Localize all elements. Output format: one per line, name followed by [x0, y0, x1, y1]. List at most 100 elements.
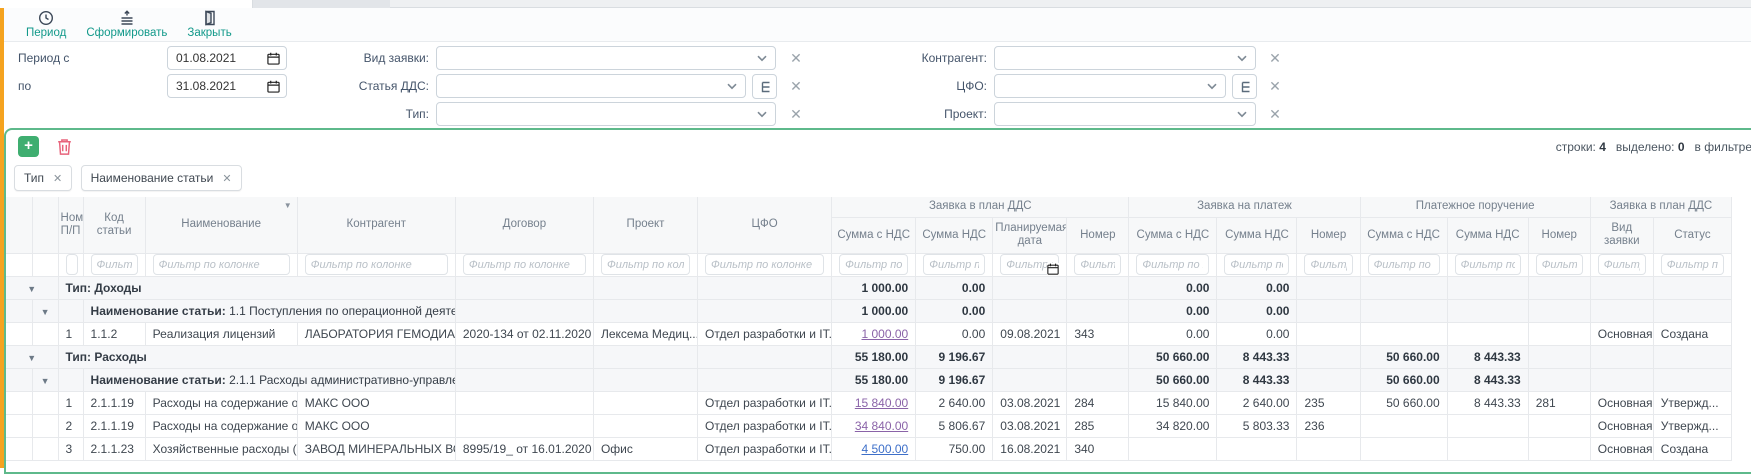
cell-pay-nds[interactable]: 5 803.33: [1217, 414, 1297, 437]
column-header[interactable]: Номер: [1528, 217, 1590, 253]
cell-plan-nds[interactable]: 2 640.00: [916, 391, 993, 414]
cell-plan-date[interactable]: 09.08.2021: [993, 322, 1067, 345]
group-expander-cell[interactable]: ▼: [6, 345, 58, 368]
calendar-icon[interactable]: [1047, 263, 1059, 275]
cell-pay-sum[interactable]: 15 840.00: [1129, 391, 1217, 414]
cell-status[interactable]: Утвержд...: [1653, 414, 1731, 437]
column-header[interactable]: Сумма с НДС: [832, 217, 916, 253]
cell-po-nds[interactable]: [1447, 437, 1528, 460]
cell-plan-num[interactable]: 284: [1067, 391, 1129, 414]
cell-plan-nds[interactable]: 0.00: [916, 322, 993, 345]
filter-select-mid-0[interactable]: [436, 46, 776, 70]
cell-pay-nds[interactable]: [1217, 437, 1297, 460]
cell-status[interactable]: Утвержд...: [1653, 391, 1731, 414]
cell-name[interactable]: Хозяйственные расходы (в...: [145, 437, 297, 460]
cell-cfo[interactable]: Отдел разработки и IT...: [698, 437, 832, 460]
inactive-tab[interactable]: [253, 0, 390, 8]
column-header[interactable]: Номер: [1297, 217, 1360, 253]
cell-vid-zayavki[interactable]: Основная: [1590, 322, 1653, 345]
column-header[interactable]: Сумма НДС: [916, 217, 993, 253]
cell-po-nds[interactable]: [1447, 322, 1528, 345]
filter-select-right-2[interactable]: [994, 102, 1256, 126]
cell-num[interactable]: 2: [58, 414, 83, 437]
cell-contragent[interactable]: ЗАВОД МИНЕРАЛЬНЫХ ВО...: [297, 437, 455, 460]
active-tab[interactable]: [0, 0, 253, 8]
cell-plan-sum[interactable]: 34 840.00: [832, 414, 916, 437]
cell-po-num[interactable]: 281: [1528, 391, 1590, 414]
cell-name[interactable]: Реализация лицензий: [145, 322, 297, 345]
cell-dogovor[interactable]: 8995/19_ от 16.01.2020: [455, 437, 593, 460]
column-filter-input[interactable]: [305, 254, 448, 275]
group-expander-cell[interactable]: ▼: [6, 276, 58, 299]
clear-filter-icon[interactable]: ✕: [1267, 106, 1283, 122]
cell-plan-date[interactable]: 03.08.2021: [993, 391, 1067, 414]
cell-po-nds[interactable]: [1447, 414, 1528, 437]
column-header[interactable]: ▼Наименование: [145, 197, 297, 253]
cell-po-num[interactable]: [1528, 437, 1590, 460]
cell-pay-nds[interactable]: 0.00: [1217, 322, 1297, 345]
cell-contragent[interactable]: МАКС ООО: [297, 414, 455, 437]
column-header[interactable]: Контрагент: [297, 197, 455, 253]
cell-dogovor[interactable]: 2020-134 от 02.11.2020: [455, 322, 593, 345]
column-filter-input[interactable]: [601, 254, 690, 275]
cell-pay-nds[interactable]: 2 640.00: [1217, 391, 1297, 414]
cell-dogovor[interactable]: [455, 414, 593, 437]
cell-po-sum[interactable]: [1360, 414, 1447, 437]
cell-plan-num[interactable]: 343: [1067, 322, 1129, 345]
cell-pay-num[interactable]: [1297, 437, 1360, 460]
column-filter-input[interactable]: [839, 254, 908, 275]
cell-cfo[interactable]: Отдел разработки и IT...: [698, 414, 832, 437]
collapse-group-icon[interactable]: ▼: [27, 284, 36, 294]
cell-name[interactable]: Расходы на содержание оф...: [145, 391, 297, 414]
add-row-button[interactable]: +: [18, 136, 39, 157]
column-filter-input[interactable]: [91, 254, 138, 275]
cell-po-sum[interactable]: [1360, 437, 1447, 460]
column-filter-input[interactable]: [1598, 254, 1646, 275]
collapse-group-icon[interactable]: ▼: [41, 307, 50, 317]
column-header[interactable]: Вид заявки: [1590, 217, 1653, 253]
cell-pay-sum[interactable]: 34 820.00: [1129, 414, 1217, 437]
column-header[interactable]: [6, 197, 32, 253]
column-filter-input[interactable]: [1536, 254, 1583, 275]
chip-remove-icon[interactable]: ✕: [222, 173, 231, 185]
column-filter-input[interactable]: [1455, 254, 1521, 275]
collapse-group-icon[interactable]: ▼: [27, 353, 36, 363]
cell-plan-date[interactable]: 03.08.2021: [993, 414, 1067, 437]
column-header[interactable]: [32, 197, 58, 253]
cell-num[interactable]: 3: [58, 437, 83, 460]
column-filter-input[interactable]: [1304, 254, 1352, 275]
filter-select-mid-1[interactable]: [436, 74, 746, 98]
cell-num[interactable]: 1: [58, 391, 83, 414]
cell-name[interactable]: Расходы на содержание оф...: [145, 414, 297, 437]
cell-vid-zayavki[interactable]: Основная: [1590, 391, 1653, 414]
collapse-group-icon[interactable]: ▼: [41, 376, 50, 386]
generate-button[interactable]: Сформировать: [76, 8, 177, 39]
cell-num[interactable]: 1: [58, 322, 83, 345]
column-header[interactable]: Договор: [455, 197, 593, 253]
column-filter-input[interactable]: [153, 254, 290, 275]
column-filter-input[interactable]: [1368, 254, 1440, 275]
cell-vid-zayavki[interactable]: Основная: [1590, 437, 1653, 460]
column-header[interactable]: Сумма НДС: [1447, 217, 1528, 253]
cell-dogovor[interactable]: [455, 391, 593, 414]
column-header[interactable]: Проект: [593, 197, 697, 253]
cell-pay-num[interactable]: [1297, 322, 1360, 345]
filter-select-right-0[interactable]: [994, 46, 1256, 70]
cell-po-nds[interactable]: 8 443.33: [1447, 391, 1528, 414]
cell-contragent[interactable]: ЛАБОРАТОРИЯ ГЕМОДИАЛ...: [297, 322, 455, 345]
close-button[interactable]: Закрыть: [177, 8, 241, 39]
delete-row-button[interactable]: [54, 136, 75, 157]
filter-select-mid-2[interactable]: [436, 102, 776, 126]
cell-plan-num[interactable]: 285: [1067, 414, 1129, 437]
plan-sum-link[interactable]: 15 840.00: [855, 396, 908, 410]
cell-plan-nds[interactable]: 5 806.67: [916, 414, 993, 437]
column-header[interactable]: Сумма НДС: [1217, 217, 1297, 253]
column-filter-input[interactable]: [66, 254, 78, 275]
column-filter-input[interactable]: [1224, 254, 1289, 275]
plan-sum-link[interactable]: 34 840.00: [855, 419, 908, 433]
column-header[interactable]: Статус: [1653, 217, 1731, 253]
cell-plan-sum[interactable]: 1 000.00: [832, 322, 916, 345]
filter-select-right-1[interactable]: [994, 74, 1226, 98]
cell-plan-num[interactable]: 340: [1067, 437, 1129, 460]
group-chip-tip[interactable]: Тип✕: [14, 165, 72, 191]
